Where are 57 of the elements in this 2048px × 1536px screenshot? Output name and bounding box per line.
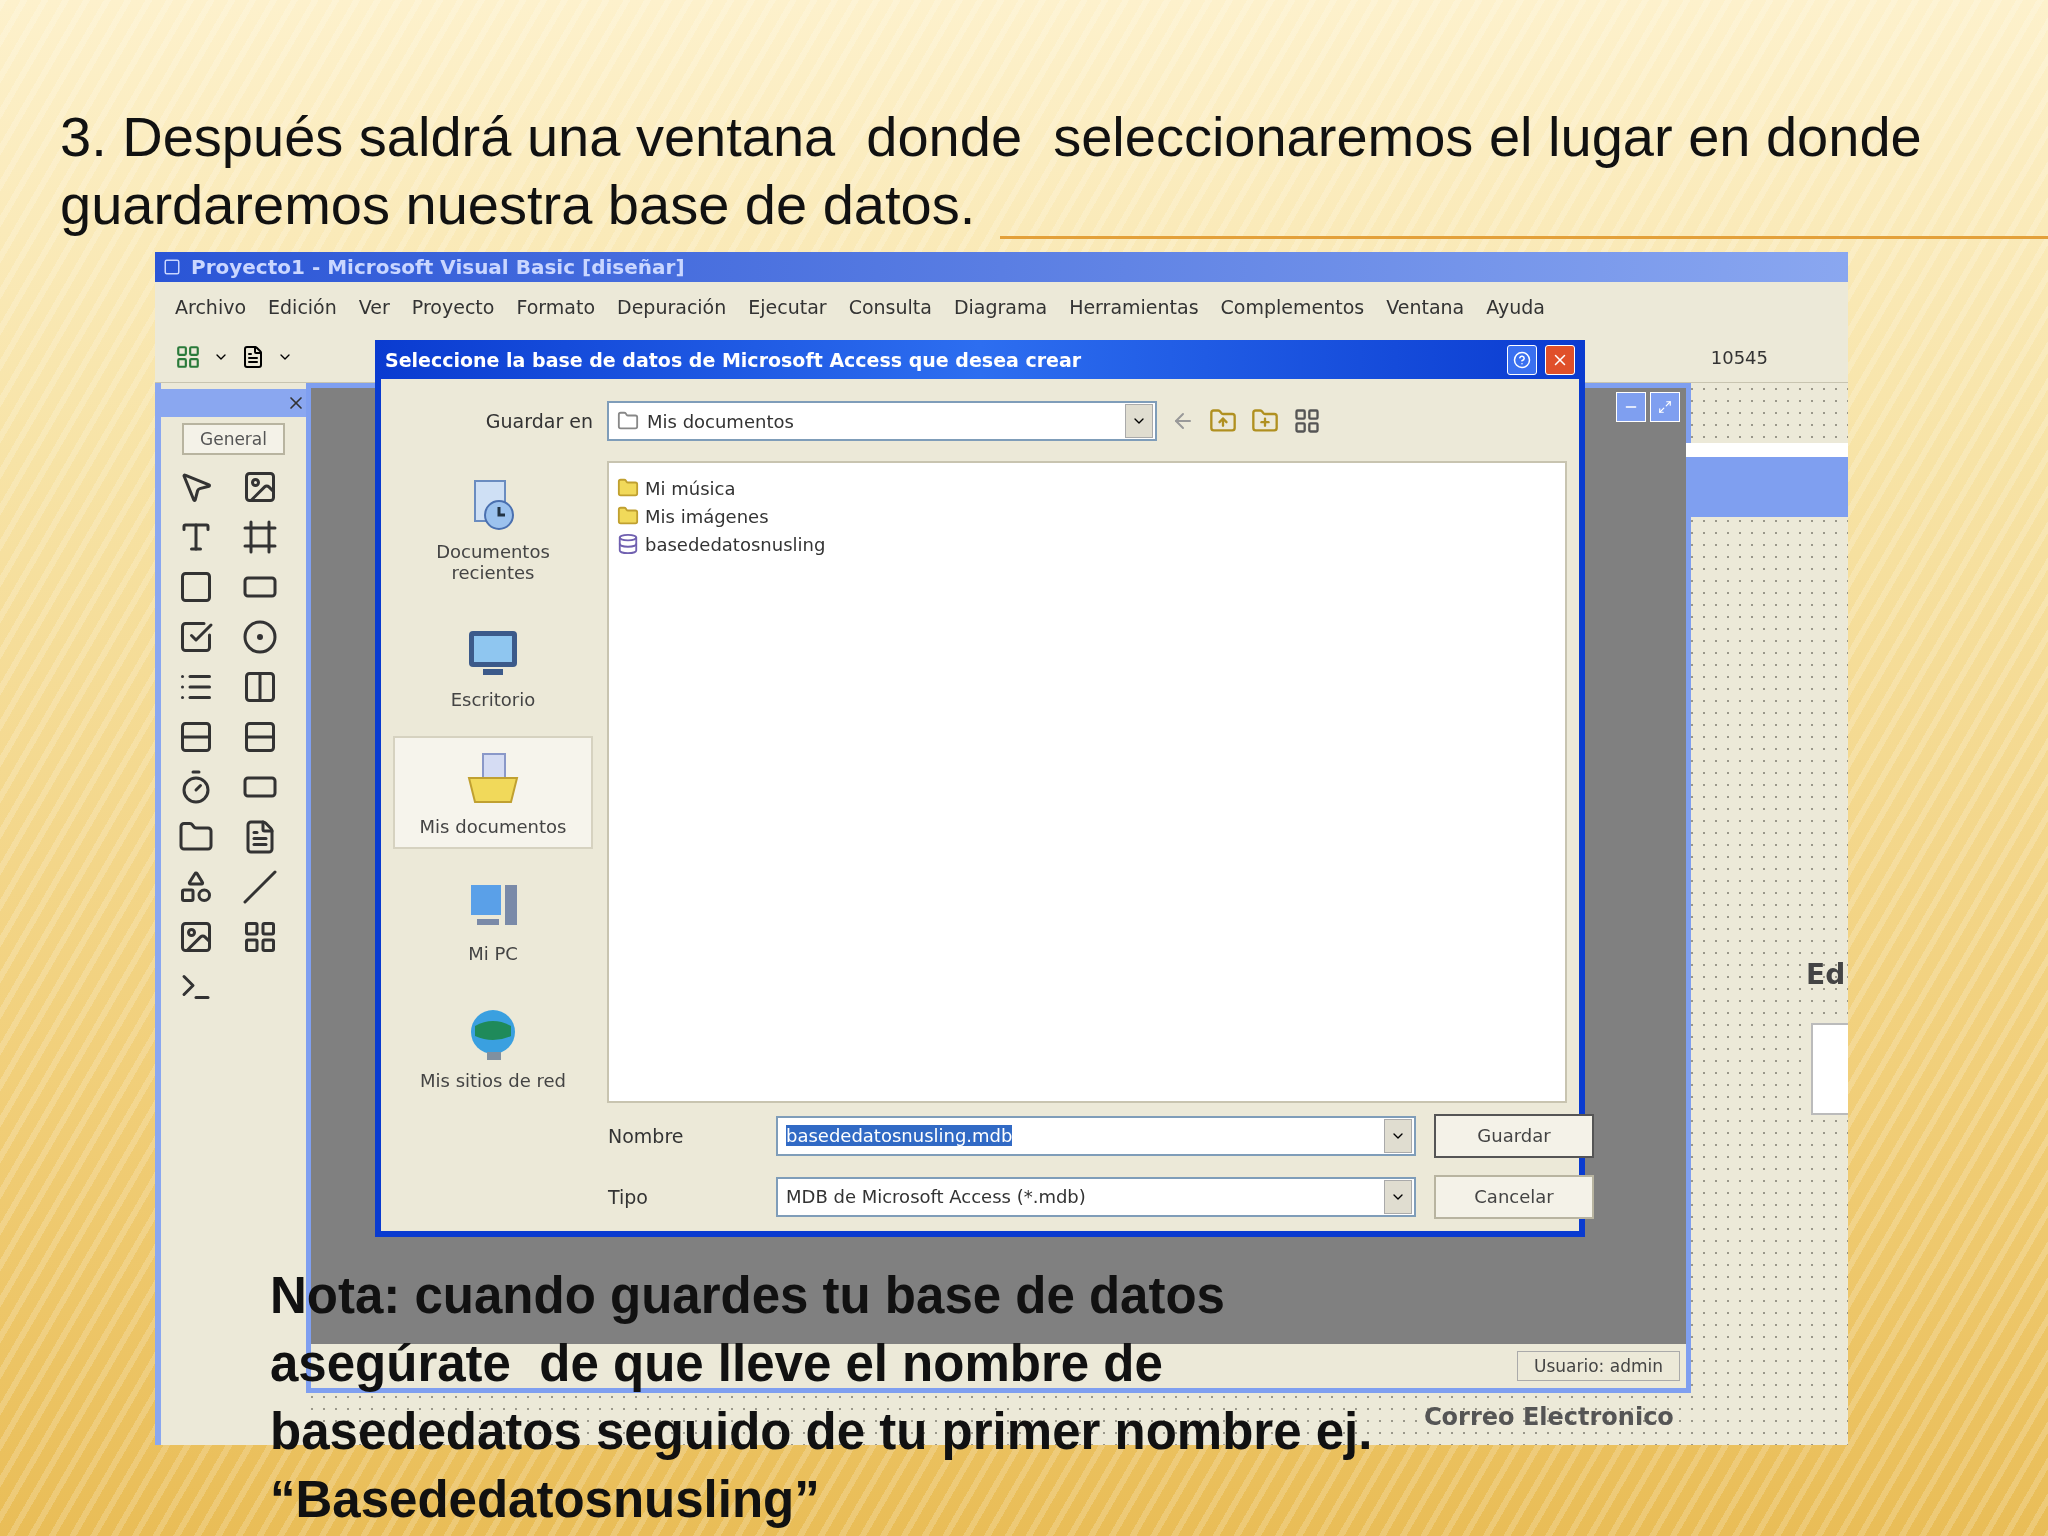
app-icon <box>163 258 181 276</box>
help-button[interactable] <box>1507 344 1537 375</box>
menu-item[interactable]: Herramientas <box>1069 296 1199 318</box>
place-label: Documentos recientes <box>435 541 551 583</box>
menu-item[interactable]: Complementos <box>1220 296 1365 318</box>
file-name[interactable]: Mis imágenes <box>645 505 769 527</box>
toolbox-tab[interactable]: General <box>182 423 285 455</box>
radio-icon[interactable] <box>241 619 278 655</box>
field-label: Guardar en <box>485 410 593 432</box>
field-label: Correo Electronico <box>1424 1403 1674 1431</box>
maximize-icon[interactable] <box>1658 400 1672 414</box>
status-text: Usuario: admin <box>1517 1351 1680 1381</box>
menu-item[interactable]: Ver <box>358 296 390 318</box>
places-item[interactable]: Escritorio <box>393 609 593 722</box>
menu-item[interactable]: Consulta <box>848 296 932 318</box>
folder-icon <box>617 505 639 527</box>
folder-icon <box>617 410 639 432</box>
close-button[interactable] <box>1545 344 1575 375</box>
minimize-button[interactable] <box>1616 392 1646 422</box>
place-label: Escritorio <box>450 689 536 710</box>
field-label: Tipo <box>608 1185 649 1208</box>
menu-item[interactable]: Archivo <box>175 296 247 318</box>
menu-item[interactable]: Ayuda <box>1486 296 1545 318</box>
file-type-dropdown[interactable]: MDB de Microsoft Access (*.mdb) <box>776 1176 1416 1217</box>
field-label: Nombre <box>608 1124 685 1147</box>
line-icon[interactable] <box>241 869 278 905</box>
maximize-button[interactable] <box>1650 392 1680 422</box>
dialog-title: Seleccione la base de datos de Microsoft Access que desea crear <box>385 348 1083 371</box>
database-icon <box>617 533 639 555</box>
window-title: Proyecto1 - Microsoft Visual Basic [diseñar] <box>191 255 685 279</box>
folder-icon <box>617 477 639 499</box>
cancel-button[interactable]: Cancelar <box>1434 1174 1594 1219</box>
menu-item[interactable]: Edición <box>268 296 337 318</box>
file-name-field[interactable]: basededatosnusling.mdb <box>776 1115 1416 1156</box>
slide-title: 3. Después saldrá una ventana donde seleccionaremos el lugar en donde guardaremos nuestra base de datos. <box>60 104 1923 238</box>
menu-item[interactable]: Proyecto <box>411 296 495 318</box>
file-name[interactable]: basededatosnusling <box>645 533 826 555</box>
location-dropdown[interactable]: Mis documentos <box>607 401 1157 441</box>
save-button[interactable]: Guardar <box>1434 1113 1594 1158</box>
menu-item[interactable]: Diagrama <box>953 296 1048 318</box>
place-label: Mis documentos <box>419 816 567 837</box>
places-item[interactable]: Mis documentos <box>393 736 593 849</box>
places-item[interactable]: Mi PC <box>393 863 593 976</box>
place-label: Mis sitios de red <box>420 1070 566 1091</box>
file-name[interactable]: Mi música <box>645 477 736 499</box>
places-item[interactable]: Documentos recientes <box>393 461 593 595</box>
form-label: Ed <box>1806 958 1846 991</box>
file-icon[interactable] <box>241 345 265 369</box>
places-item[interactable]: Mis sitios de red <box>393 990 593 1103</box>
place-label: Mi PC <box>468 943 518 964</box>
help-icon[interactable] <box>1513 350 1531 369</box>
menu-item[interactable]: Formato <box>516 296 595 318</box>
menu-item[interactable]: Ejecutar <box>748 296 827 318</box>
toolbar-text: 10545 <box>1710 346 1768 368</box>
menu-item[interactable]: Depuración <box>617 296 727 318</box>
menu-item[interactable]: Ventana <box>1386 296 1465 318</box>
view-menu-icon[interactable] <box>1293 407 1321 435</box>
